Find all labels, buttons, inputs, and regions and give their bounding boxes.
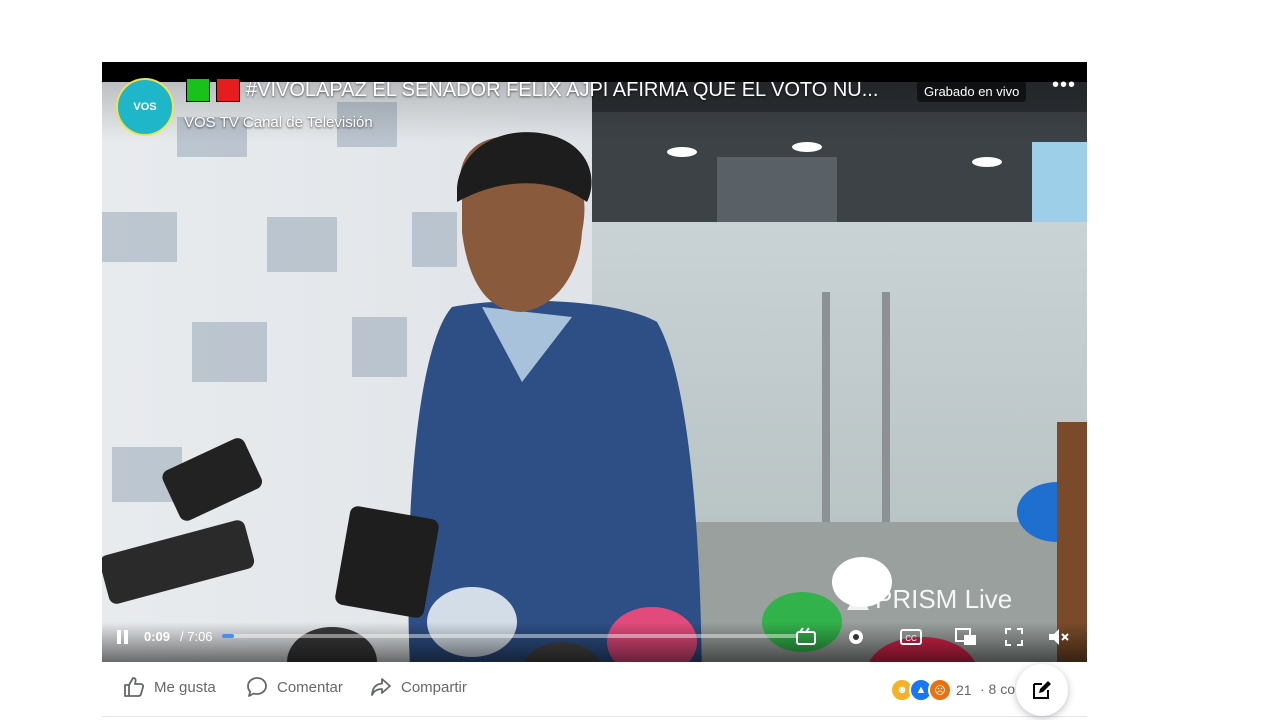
- comment-bubble-icon: [247, 677, 267, 697]
- settings-icon[interactable]: [844, 626, 868, 648]
- comment-button[interactable]: Comentar: [245, 675, 343, 699]
- reactions-summary[interactable]: ☻ ▲ ☹ 21: [890, 678, 972, 702]
- video-frame[interactable]: [102, 82, 1087, 662]
- share-button[interactable]: Compartir: [369, 675, 467, 699]
- pip-icon[interactable]: [954, 626, 978, 648]
- svg-text:CC: CC: [905, 634, 917, 643]
- like-label: Me gusta: [154, 678, 216, 696]
- progress-bar[interactable]: [222, 634, 797, 638]
- new-message-button[interactable]: [1016, 664, 1068, 716]
- watermark-text: PRISM Live: [875, 584, 1013, 614]
- video-title-row: #VIVOLAPAZ EL SENADOR FELIX AJPI AFIRMA …: [186, 78, 878, 102]
- fullscreen-icon[interactable]: [1002, 626, 1026, 648]
- prism-logo-icon: [847, 589, 869, 610]
- share-label: Compartir: [401, 678, 467, 696]
- mute-icon[interactable]: [1046, 626, 1070, 648]
- current-time: 0:09: [144, 629, 171, 644]
- total-time: / 7:06: [180, 629, 213, 644]
- player-controls: 0:09 / 7:06 CC: [102, 622, 1087, 662]
- recorded-live-badge: Grabado en vivo: [917, 81, 1027, 102]
- thumbs-up-icon: [124, 677, 145, 697]
- angry-reaction-icon: ☹: [928, 678, 952, 702]
- compose-icon: [1033, 681, 1051, 699]
- video-player[interactable]: VOS #VIVOLAPAZ EL SENADOR FELIX AJPI AFI…: [102, 62, 1087, 662]
- pause-button[interactable]: [116, 630, 130, 644]
- prism-live-watermark: PRISM Live: [847, 584, 1012, 615]
- captions-icon[interactable]: CC: [899, 626, 923, 648]
- comments-count-text: · 8 co: [980, 681, 1016, 697]
- post-actions-bar: Me gusta Comentar Compartir ☻ ▲ ☹ 21 · 8…: [102, 662, 1087, 717]
- more-options-button[interactable]: •••: [1052, 74, 1076, 97]
- comment-label: Comentar: [277, 678, 343, 696]
- reaction-count: 21: [956, 682, 972, 698]
- green-square-emoji: [186, 78, 210, 102]
- video-title[interactable]: #VIVOLAPAZ EL SENADOR FELIX AJPI AFIRMA …: [246, 79, 878, 102]
- share-arrow-icon: [371, 678, 391, 696]
- page-name[interactable]: VOS TV Canal de Televisión: [184, 114, 373, 131]
- progress-fill: [222, 634, 235, 638]
- page-logo[interactable]: VOS: [116, 78, 174, 136]
- clip-icon[interactable]: [794, 626, 818, 648]
- red-square-emoji: [216, 78, 240, 102]
- like-button[interactable]: Me gusta: [122, 675, 216, 699]
